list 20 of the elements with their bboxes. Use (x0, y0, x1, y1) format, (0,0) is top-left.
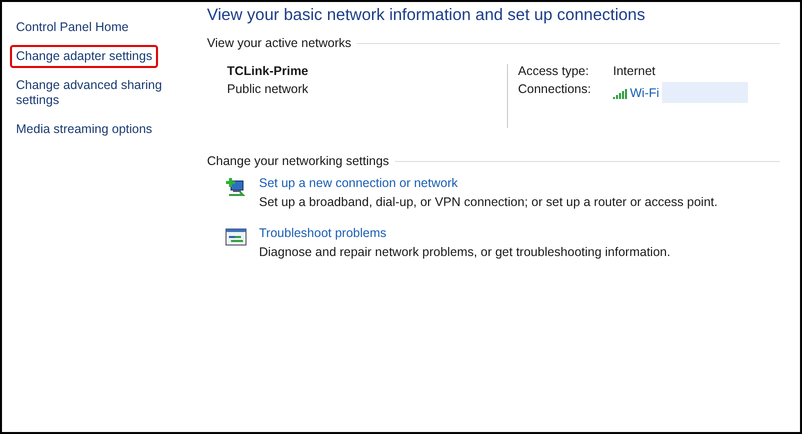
sidebar-link[interactable]: Change advanced sharing settings (10, 74, 172, 112)
section-heading: View your active networks (207, 36, 352, 50)
page-title: View your basic network information and set up connections (207, 6, 646, 25)
wifi-link[interactable]: Wi-Fi (630, 86, 660, 100)
network-name: TCLink-Prime (227, 64, 310, 78)
sidebar-link[interactable]: Media streaming options (10, 118, 158, 141)
task-description: Diagnose and repair network problems, or get troubleshooting information. (259, 245, 670, 259)
network-setup-icon (225, 176, 247, 198)
task-description: Set up a broadband, dial-up, or VPN connection; or set up a router or access point. (259, 195, 718, 209)
access-type-label: Access type: (518, 64, 590, 78)
task-link[interactable]: Troubleshoot problems (259, 226, 670, 240)
sidebar-link[interactable]: Change adapter settings (10, 45, 158, 68)
troubleshoot-icon (225, 226, 247, 248)
connections-label: Connections: (518, 82, 592, 98)
task-link[interactable]: Set up a new connection or network (259, 176, 718, 190)
access-type-value: Internet (613, 64, 656, 78)
sidebar-link[interactable]: Control Panel Home (10, 16, 135, 39)
network-category: Public network (227, 82, 310, 96)
section-heading: Change your networking settings (207, 154, 390, 168)
signal-icon (613, 86, 627, 98)
